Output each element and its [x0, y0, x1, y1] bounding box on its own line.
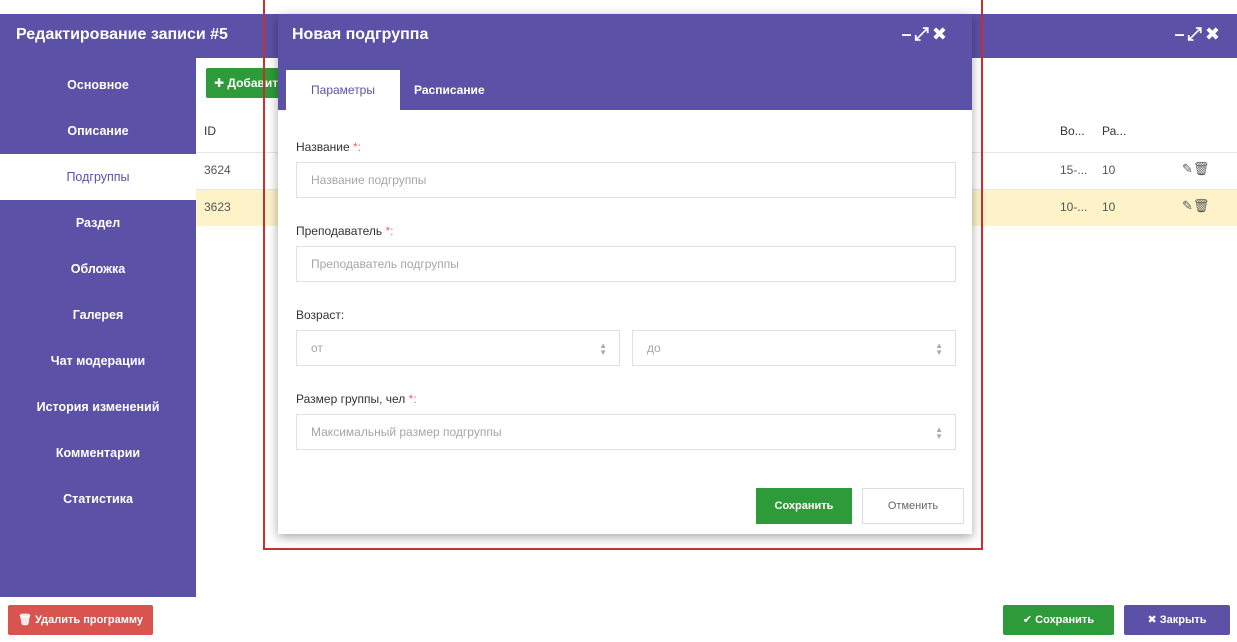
- required-mark: *:: [408, 392, 417, 406]
- close-button[interactable]: ✖ Закрыть: [1124, 605, 1230, 635]
- window-controls[interactable]: –⤢✖: [1175, 24, 1224, 45]
- bottom-bar: 🗑 Удалить программу ✔ Сохранить ✖ Закрыт…: [0, 597, 1237, 642]
- sidebar: Основное Описание Подгруппы Раздел Облож…: [0, 58, 196, 608]
- group-size-input[interactable]: Максимальный размер подгруппы ▲ ▼: [296, 414, 956, 450]
- edit-delete-icons[interactable]: ✎🗑: [1182, 161, 1209, 177]
- sidebar-item-section[interactable]: Раздел: [0, 200, 196, 246]
- sidebar-item-description[interactable]: Описание: [0, 108, 196, 154]
- sidebar-item-moderation-chat[interactable]: Чат модерации: [0, 338, 196, 384]
- spinner-icon[interactable]: ▲ ▼: [935, 426, 943, 441]
- name-input[interactable]: Название подгруппы: [296, 162, 956, 198]
- required-mark: *:: [352, 140, 361, 154]
- group-size-label: Размер группы, чел *:: [296, 392, 417, 406]
- sidebar-item-comments[interactable]: Комментарии: [0, 430, 196, 476]
- column-header-id[interactable]: ID: [204, 124, 216, 138]
- name-label: Название *:: [296, 140, 361, 154]
- tab-parameters[interactable]: Параметры: [286, 70, 400, 110]
- spinner-icon[interactable]: ▲ ▼: [599, 342, 607, 357]
- save-button[interactable]: ✔ Сохранить: [1003, 605, 1114, 635]
- row-id: 3623: [204, 200, 231, 214]
- required-mark: *:: [385, 224, 394, 238]
- sidebar-item-change-history[interactable]: История изменений: [0, 384, 196, 430]
- sidebar-item-statistics[interactable]: Статистика: [0, 476, 196, 522]
- dialog-cancel-button[interactable]: Отменить: [862, 488, 964, 524]
- dialog-tabs: Параметры Расписание: [278, 58, 972, 110]
- edit-delete-icons[interactable]: ✎🗑: [1182, 198, 1209, 214]
- dialog-save-button[interactable]: Сохранить: [756, 488, 852, 524]
- tab-schedule[interactable]: Расписание: [414, 70, 485, 110]
- age-to-input[interactable]: до ▲ ▼: [632, 330, 956, 366]
- sidebar-item-gallery[interactable]: Галерея: [0, 292, 196, 338]
- row-age: 15-...: [1060, 163, 1088, 177]
- new-subgroup-dialog: Новая подгруппа –⤢✖ Параметры Расписание…: [278, 14, 972, 534]
- row-size: 10: [1102, 163, 1116, 177]
- column-header-age[interactable]: Во...: [1060, 124, 1085, 138]
- sidebar-item-cover[interactable]: Обложка: [0, 246, 196, 292]
- dialog-window-controls[interactable]: –⤢✖: [902, 24, 951, 45]
- row-size: 10: [1102, 200, 1116, 214]
- sidebar-item-main[interactable]: Основное: [0, 62, 196, 108]
- window-title: Редактирование записи #5: [16, 26, 228, 43]
- spinner-icon[interactable]: ▲ ▼: [935, 342, 943, 357]
- dialog-title: Новая подгруппа: [292, 26, 429, 43]
- delete-program-button[interactable]: 🗑 Удалить программу: [8, 605, 153, 635]
- dialog-header: Новая подгруппа –⤢✖: [278, 14, 972, 58]
- teacher-input[interactable]: Преподаватель подгруппы: [296, 246, 956, 282]
- column-header-size[interactable]: Ра...: [1102, 124, 1126, 138]
- teacher-label: Преподаватель *:: [296, 224, 394, 238]
- row-id: 3624: [204, 163, 231, 177]
- row-age: 10-...: [1060, 200, 1088, 214]
- age-from-input[interactable]: от ▲ ▼: [296, 330, 620, 366]
- sidebar-item-subgroups[interactable]: Подгруппы: [0, 154, 196, 200]
- age-label: Возраст:: [296, 308, 345, 322]
